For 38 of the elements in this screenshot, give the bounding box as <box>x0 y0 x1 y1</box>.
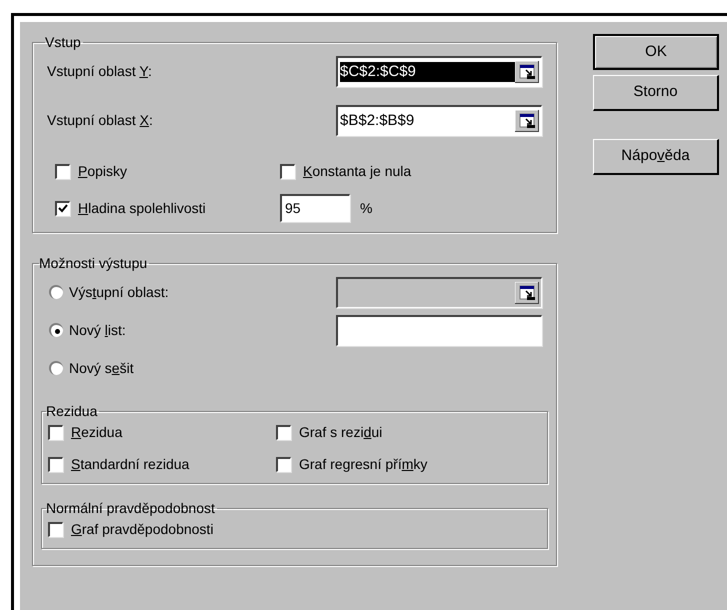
checkbox[interactable] <box>48 456 63 472</box>
percent-unit: % <box>360 198 372 218</box>
radio-button[interactable] <box>49 361 63 375</box>
checkbox-option[interactable]: Graf s rezidui <box>276 423 541 441</box>
range-picker-button[interactable] <box>515 110 539 132</box>
field-label: Vstupní oblast X: <box>47 111 153 130</box>
checkbox[interactable] <box>48 522 63 536</box>
group-title: Rezidua <box>46 403 98 419</box>
dialog-button[interactable]: Nápověda <box>593 139 719 175</box>
checkbox[interactable] <box>55 164 70 178</box>
checkbox-option[interactable]: Popisky <box>55 162 280 180</box>
checkbox[interactable] <box>48 424 63 440</box>
group-title: Vstup <box>45 34 82 50</box>
radio-option[interactable]: Nový sešit <box>49 358 134 378</box>
dialog-button[interactable]: OK <box>593 34 719 70</box>
range-input-field[interactable]: $B$2:$B$9 <box>336 105 542 136</box>
radio-button[interactable] <box>49 285 63 299</box>
checkbox[interactable] <box>276 456 291 472</box>
range-input-field[interactable]: $C$2:$C$9 <box>336 56 542 87</box>
checkbox[interactable] <box>55 200 70 216</box>
checkbox[interactable] <box>276 424 291 440</box>
checkbox-option[interactable]: Konstanta je nula <box>280 162 542 180</box>
checkbox-option[interactable]: Graf pravděpodobnosti <box>48 520 541 538</box>
group-title: Možnosti výstupu <box>39 255 148 271</box>
field-label: Vstupní oblast Y: <box>47 62 152 81</box>
dialog-button[interactable]: Storno <box>593 75 719 111</box>
confidence-input-field[interactable]: 95 <box>280 194 350 222</box>
group-title: Normální pravděpodobnost <box>46 500 216 516</box>
range-picker-button[interactable] <box>515 61 539 83</box>
radio-button[interactable] <box>49 323 63 337</box>
output-input-field[interactable] <box>336 314 542 346</box>
radio-option[interactable]: Výstupní oblast: <box>49 282 169 302</box>
checkbox-option[interactable]: Standardní rezidua <box>48 455 276 473</box>
checkbox-option[interactable]: Rezidua <box>48 423 276 441</box>
checkbox[interactable] <box>280 164 295 178</box>
checkbox-option[interactable]: Graf regresní přímky <box>276 455 541 473</box>
checkbox-option[interactable]: Hladina spolehlivosti <box>55 194 280 222</box>
radio-option[interactable]: Nový list: <box>49 320 126 340</box>
